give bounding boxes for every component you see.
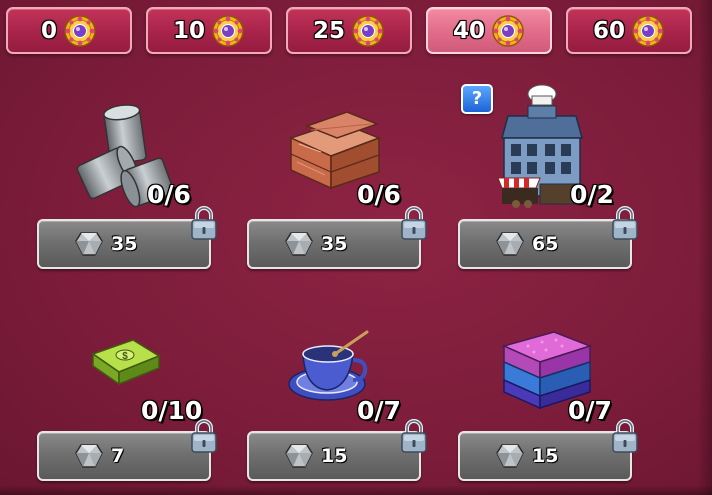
tier-tab-60[interactable]: 60 <box>566 7 692 54</box>
token-icon <box>632 14 664 47</box>
buy-button[interactable]: 35 <box>37 219 211 269</box>
item-count: 0/7 <box>357 396 401 425</box>
lock-icon <box>401 206 427 240</box>
svg-text:$: $ <box>122 351 128 362</box>
lock-icon <box>612 419 638 453</box>
price-value: 7 <box>111 445 125 467</box>
item-count: 0/6 <box>147 180 191 209</box>
token-icon <box>352 14 384 47</box>
price-value: 65 <box>532 233 559 255</box>
item-count: 0/7 <box>568 396 612 425</box>
price-value: 15 <box>532 445 559 467</box>
gem-icon <box>496 444 524 468</box>
lock-icon <box>191 206 217 240</box>
gem-icon <box>75 444 103 468</box>
item-card-fabric-stack[interactable]: 0/7 15 <box>458 292 638 492</box>
item-card-restaurant-building[interactable]: 0/2 65 <box>458 80 638 280</box>
item-card-metal-pipes[interactable]: 0/6 35 <box>37 80 217 280</box>
tier-value: 10 <box>172 17 205 44</box>
item-count: 0/6 <box>357 180 401 209</box>
price-value: 35 <box>111 233 138 255</box>
tier-value: 25 <box>312 17 345 44</box>
tier-tab-10[interactable]: 10 <box>146 7 272 54</box>
item-card-teacup[interactable]: 0/7 15 <box>247 292 427 492</box>
buy-button[interactable]: 15 <box>247 431 421 481</box>
panel-edge-right <box>698 0 712 495</box>
tier-value: 40 <box>452 17 485 44</box>
buy-button[interactable]: 15 <box>458 431 632 481</box>
gem-icon <box>285 444 313 468</box>
gem-icon <box>75 232 103 256</box>
lock-icon <box>612 206 638 240</box>
price-value: 15 <box>321 445 348 467</box>
token-icon <box>64 14 96 47</box>
tier-tab-0[interactable]: 0 <box>6 7 132 54</box>
tier-tab-40[interactable]: 40 <box>426 7 552 54</box>
gem-icon <box>285 232 313 256</box>
buy-button[interactable]: 7 <box>37 431 211 481</box>
gem-icon <box>496 232 524 256</box>
tier-tab-25[interactable]: 25 <box>286 7 412 54</box>
lock-icon <box>191 419 217 453</box>
token-icon <box>212 14 244 47</box>
buy-button[interactable]: 35 <box>247 219 421 269</box>
item-card-cash-stack[interactable]: $ 0/10 7 <box>37 292 217 492</box>
item-count: 0/2 <box>570 180 614 209</box>
price-value: 35 <box>321 233 348 255</box>
tier-value: 60 <box>592 17 625 44</box>
buy-button[interactable]: 65 <box>458 219 632 269</box>
token-icon <box>492 14 524 47</box>
lock-icon <box>401 419 427 453</box>
tier-value: 0 <box>40 17 57 44</box>
item-card-wood-planks[interactable]: 0/6 35 <box>247 80 427 280</box>
